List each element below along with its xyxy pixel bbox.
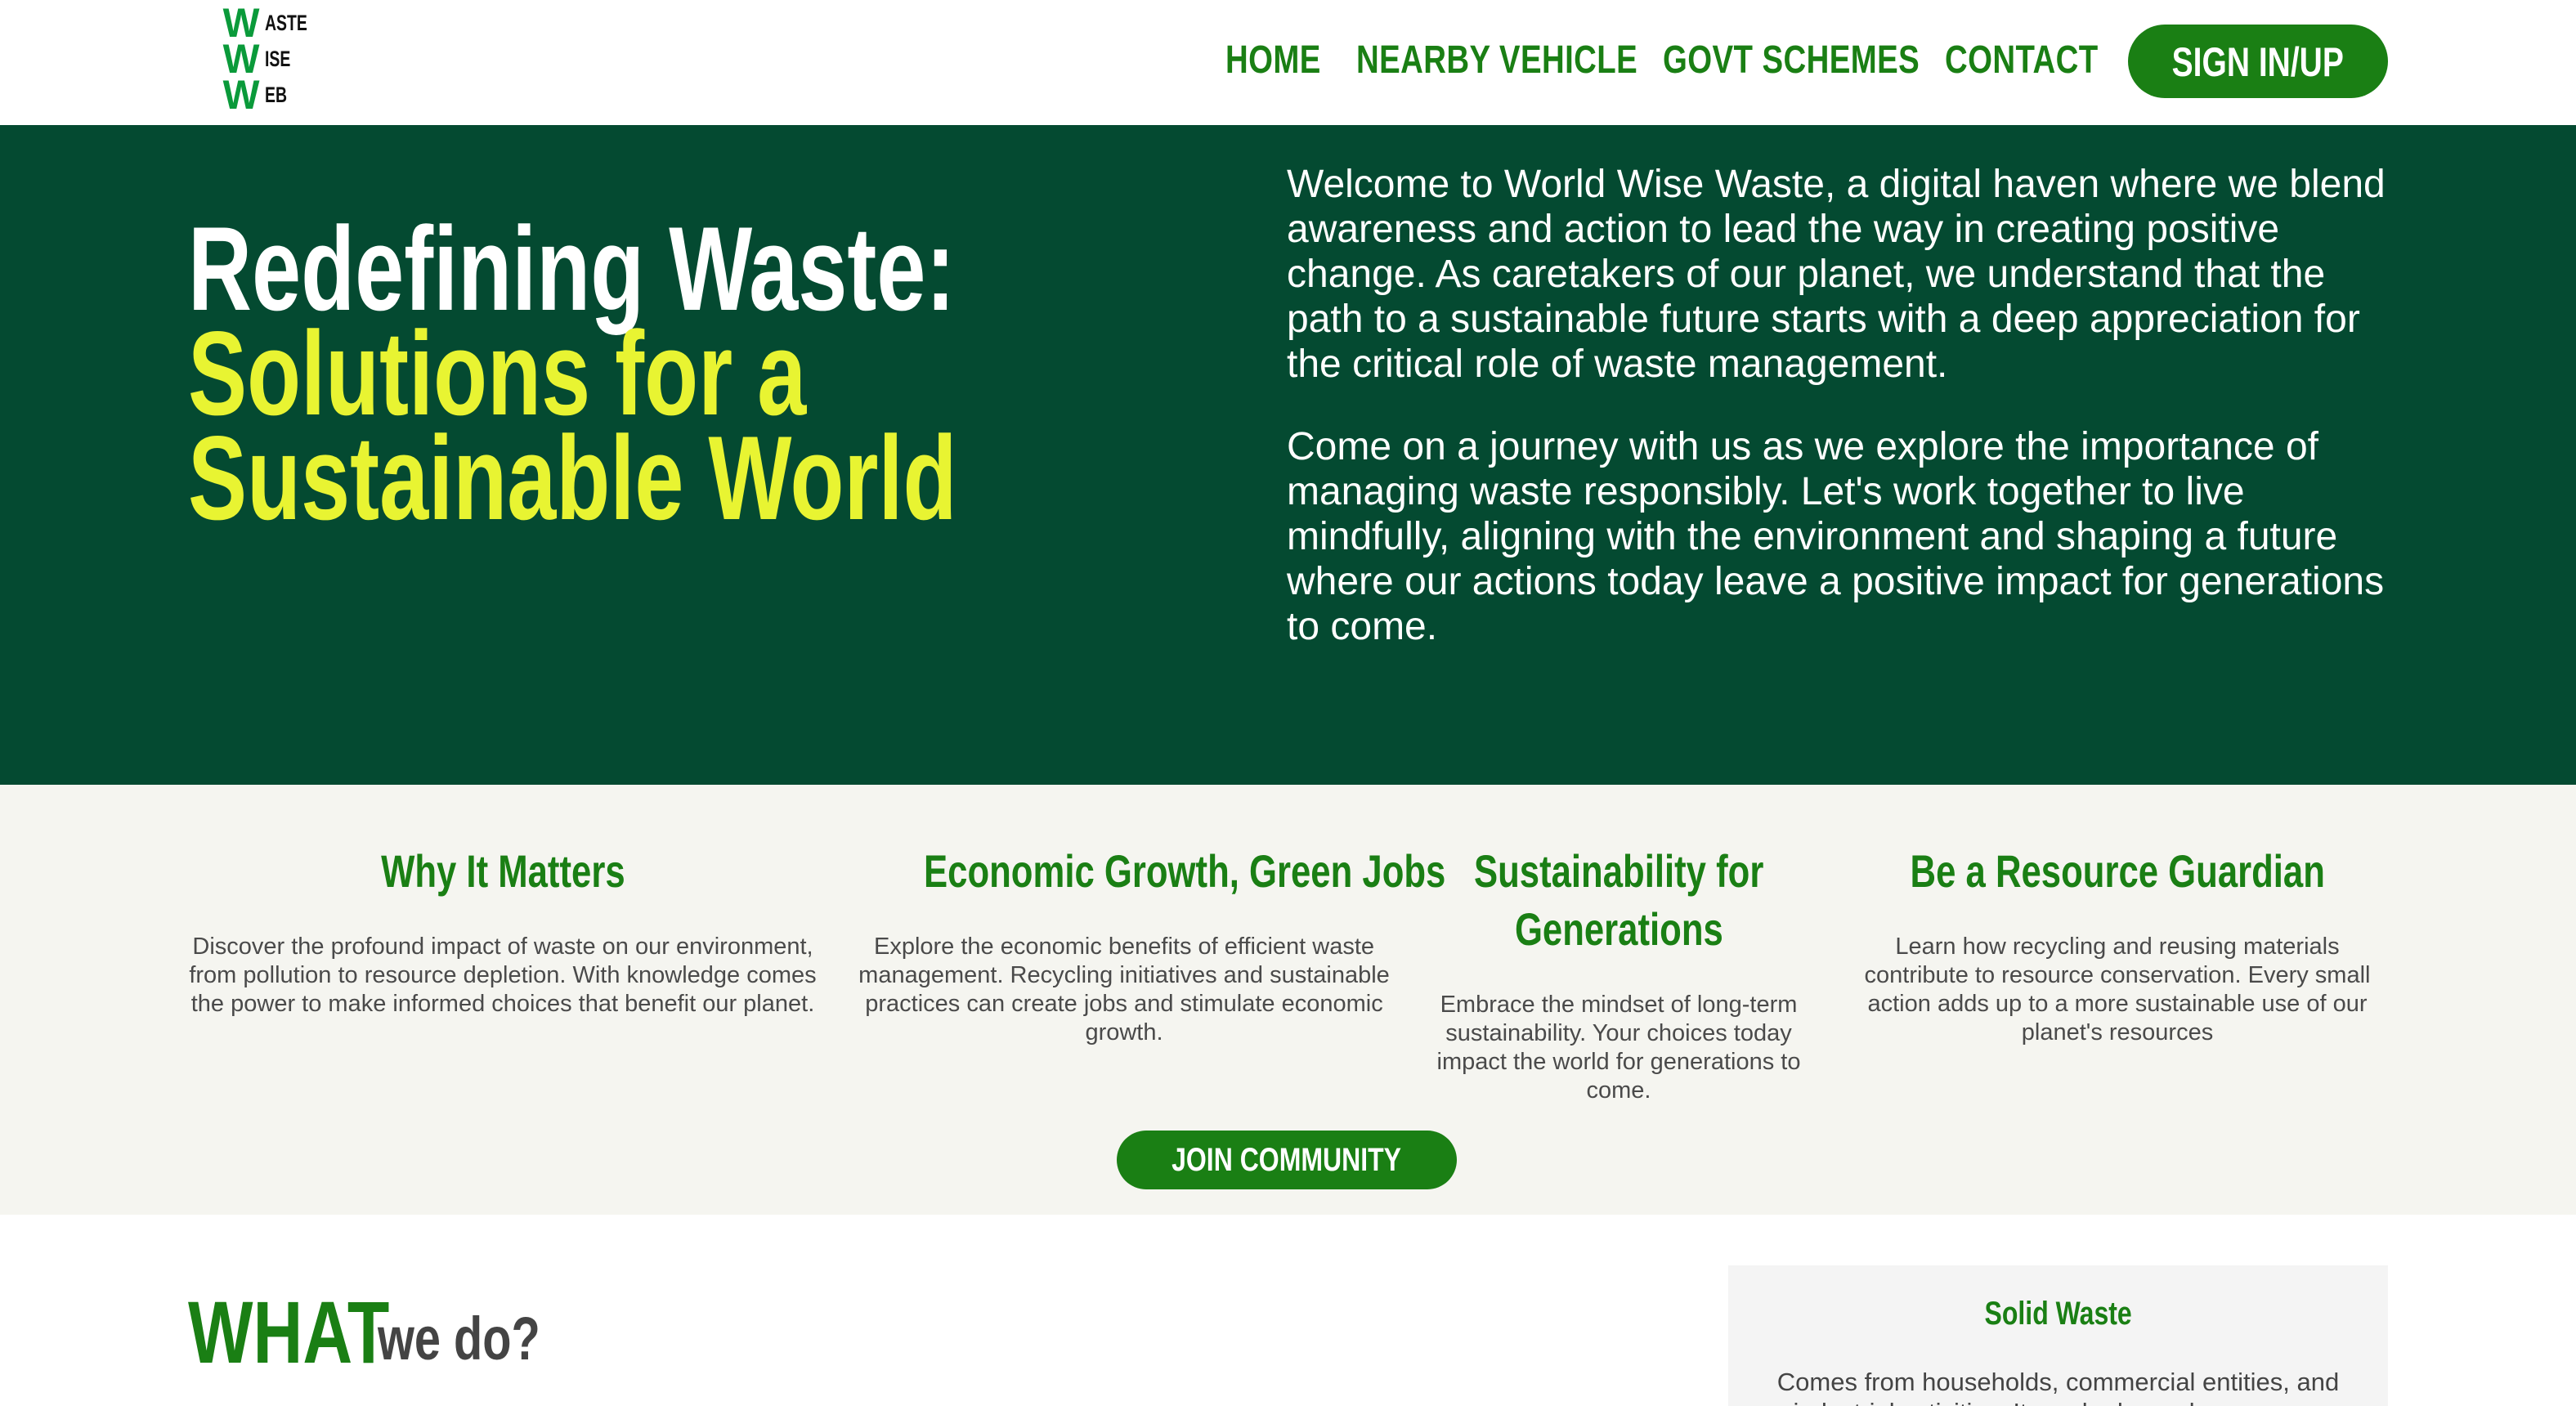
feature-title: Sustainability for Generations [1422, 842, 1815, 958]
feature-text: Embrace the mindset of long-term sustain… [1436, 992, 1801, 1104]
solid-waste-card: Solid Waste Comes from households, comme… [1728, 1265, 2388, 1406]
feature-title-text: Why It Matters [380, 845, 625, 897]
nav-govt-schemes[interactable]: GOVT SCHEMES [1663, 36, 1920, 85]
feature-title-text: Be a Resource Guardian [1910, 845, 2325, 897]
logo-letter: W [222, 72, 260, 118]
nav-nearby-vehicle[interactable]: NEARBY VEHICLE [1356, 36, 1637, 85]
what-heading-big: WHAT [188, 1283, 390, 1381]
what-we-do-heading: WHAT we do? [188, 1283, 540, 1381]
logo-word: ISE [265, 47, 291, 71]
feature-text: Explore the economic benefits of efficie… [858, 934, 1390, 1046]
features-section: Why It Matters Discover the profound imp… [0, 785, 2576, 1215]
sign-in-button[interactable]: SIGN IN/UP [2128, 25, 2388, 98]
feature-title-text: Economic Growth, Green Jobs [924, 845, 1446, 897]
feature-text: Discover the profound impact of waste on… [189, 934, 817, 1017]
feature-title: Why It Matters [188, 842, 818, 900]
card-text: Comes from households, commercial entiti… [1776, 1368, 2340, 1406]
hero-title-line: Sustainable World [188, 411, 957, 544]
card-title-text: Solid Waste [1984, 1296, 2132, 1332]
feature-card: Economic Growth, Green Jobs Explore the … [850, 842, 1445, 1047]
feature-title-text: Generations [1514, 903, 1723, 955]
feature-title: Be a Resource Guardian [1848, 842, 2387, 900]
nav-contact[interactable]: CONTACT [1945, 36, 2099, 85]
card-title: Solid Waste [1728, 1293, 2388, 1334]
hero-title-line: Solutions for a [188, 307, 807, 440]
join-community-label: JOIN COMMUNITY [1172, 1142, 1402, 1178]
hero-title-line: Redefining Waste: [188, 202, 956, 335]
feature-card: Sustainability for Generations Embrace th… [1422, 842, 1815, 1105]
join-community-button[interactable]: JOIN COMMUNITY [1117, 1131, 1457, 1189]
hero-paragraph: Welcome to World Wise Waste, a digital h… [1287, 163, 2386, 386]
hero-description: Welcome to World Wise Waste, a digital h… [1287, 162, 2399, 687]
hero-paragraph: Come on a journey with us as we explore … [1287, 425, 2385, 648]
logo-word: ASTE [265, 11, 307, 35]
feature-title-text: Sustainability for [1473, 845, 1764, 897]
hero-section: Redefining Waste: Solutions for a Sustai… [0, 125, 2576, 785]
site-header: W ASTE W ISE W EB HOME NEARBY VEHICLE GO… [0, 0, 2576, 125]
logo-word: EB [265, 83, 288, 107]
logo-row: W EB [216, 72, 296, 118]
sign-in-label: SIGN IN/UP [2171, 39, 2345, 85]
feature-text: Learn how recycling and reusing material… [1864, 934, 2371, 1046]
feature-card: Be a Resource Guardian Learn how recycli… [1848, 842, 2387, 1047]
feature-title: Economic Growth, Green Jobs [850, 842, 1445, 900]
what-heading-small: we do? [378, 1305, 540, 1372]
nav-home[interactable]: HOME [1225, 36, 1321, 85]
logo[interactable]: W ASTE W ISE W EB [216, 2, 338, 118]
hero-title: Redefining Waste: Solutions for a Sustai… [188, 202, 1251, 544]
feature-card: Why It Matters Discover the profound imp… [188, 842, 818, 1019]
